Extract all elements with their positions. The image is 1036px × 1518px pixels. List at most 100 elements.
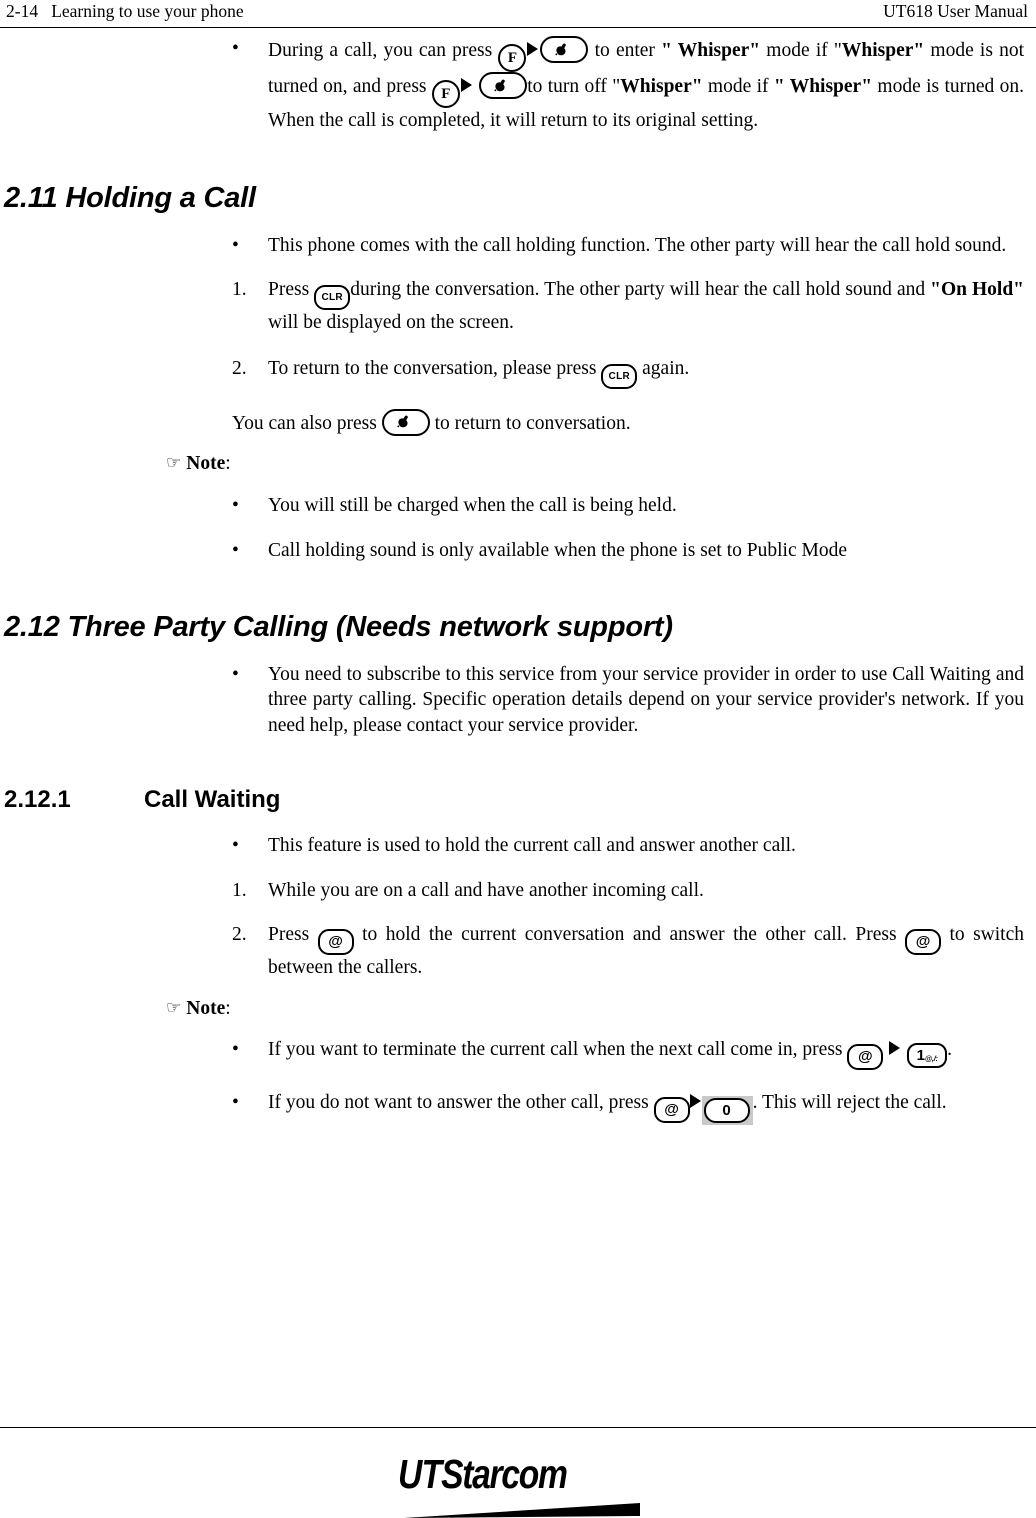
text-run: If you want to terminate the current cal… [268, 1039, 848, 1060]
bullet-marker: • [232, 663, 239, 685]
text-run: to turn off " [527, 76, 621, 97]
text-run-bold: Whisper" [841, 40, 925, 61]
heading-2-12: 2.12 Three Party Calling (Needs network … [4, 610, 673, 643]
utstarcom-logo: UTStarcom [398, 1452, 658, 1518]
bullet-marker: • [232, 1092, 239, 1113]
key-at-icon: @ [905, 929, 942, 955]
note-also-press: You can also press to return to conversa… [232, 408, 1024, 437]
key-send-handset-icon [479, 72, 528, 99]
key-one-subscript: @,/: [924, 1054, 938, 1063]
step-2-11-1: 1. Press CLR during the conversation. The… [232, 277, 1024, 336]
key-f-icon: F [431, 80, 460, 108]
logo-ut-text: UT [398, 1451, 442, 1497]
logo-wordmark: UTStarcom [398, 1452, 611, 1496]
text-run: . [947, 1039, 952, 1060]
bullet-whisper-text: During a call, you can press F to enter … [268, 36, 1024, 134]
note-bullet-2-11-2: • Call holding sound is only available w… [232, 538, 1024, 564]
step-marker: 2. [232, 357, 247, 379]
pointing-hand-icon: ☞ [166, 453, 182, 473]
logo-starcom-text: Starcom [441, 1451, 568, 1497]
bullet-marker: • [232, 494, 239, 516]
note-bullet-2-11-2-text: Call holding sound is only available whe… [268, 540, 847, 561]
key-at-icon: @ [317, 929, 354, 955]
text-run: During a call, you can press [268, 40, 499, 61]
text-run: to enter [588, 40, 662, 61]
note-word: Note [186, 997, 226, 1019]
key-clr-icon: CLR [601, 363, 638, 389]
text-run: Press [268, 924, 318, 945]
step-marker: 1. [232, 279, 247, 300]
key-one-digit: 1 [916, 1047, 925, 1064]
arrow-right-icon [889, 1041, 901, 1055]
text-run: If you do not want to answer the other c… [268, 1092, 654, 1113]
header-left-text: 2-14 Learning to use your phone [6, 1, 244, 21]
text-run: will be displayed on the screen. [268, 312, 514, 333]
text-run: again. [637, 357, 690, 379]
note-bullet-2-12-1-1: • If you want to terminate the current c… [232, 1037, 1024, 1070]
text-run: . This will reject the call. [752, 1092, 947, 1113]
step-marker: 1. [232, 879, 247, 901]
heading-title: Call Waiting [144, 786, 281, 813]
running-header: 2-14 Learning to use your phone UT618 Us… [0, 0, 1036, 30]
step-2-12-1-2-text: Press @ to hold the current conversation… [268, 922, 1024, 981]
key-clr-icon: CLR [314, 285, 351, 310]
step-marker: 2. [232, 924, 247, 945]
note-bullet-2-11-1-text: You will still be charged when the call … [268, 494, 677, 516]
key-zero-icon: 0 [703, 1098, 750, 1123]
note-also-press-text: You can also press to return to conversa… [232, 408, 1024, 437]
key-f-icon: F [498, 44, 527, 72]
text-run: to return to conversation. [429, 412, 631, 434]
bullet-marker: • [232, 835, 239, 856]
note-label-2-11: ☞ Note: [166, 451, 1024, 477]
note-bullet-2-12-1-2-text: If you do not want to answer the other c… [268, 1090, 1024, 1125]
manual-page: 2-14 Learning to use your phone UT618 Us… [0, 0, 1036, 1518]
step-2-12-1-2: 2. Press @ to hold the current conversat… [232, 922, 1024, 981]
text-run-bold: "On Hold" [930, 279, 1024, 300]
step-2-11-1-text: Press CLR during the conversation. The ot… [268, 277, 1024, 336]
step-2-11-2: 2. To return to the conversation, please… [232, 356, 1024, 389]
step-2-11-2-text: To return to the conversation, please pr… [268, 356, 1024, 389]
step-2-12-1-1-text: While you are on a call and have another… [268, 879, 704, 901]
pointing-hand-icon: ☞ [166, 997, 182, 1018]
key-send-handset-icon [381, 408, 430, 436]
key-at-icon: @ [847, 1044, 884, 1070]
bullet-2-12-1-a-text: This feature is used to hold the current… [268, 835, 796, 856]
bullet-marker: • [232, 1039, 239, 1060]
text-run: mode if [702, 76, 774, 97]
heading-2-11: 2.11 Holding a Call [4, 181, 256, 214]
text-run: during the conversation. The other party… [350, 279, 931, 300]
footer-rule [0, 1427, 1036, 1428]
note-bullet-2-12-1-2: • If you do not want to answer the other… [232, 1090, 1024, 1125]
text-run-bold: Whisper" [620, 76, 703, 97]
key-zero-highlight: 0 [701, 1096, 753, 1125]
text-run: mode if " [760, 40, 842, 61]
bullet-2-11-1: • This phone comes with the call holding… [232, 233, 1024, 259]
bullet-2-12-1-text: You need to subscribe to this service fr… [268, 663, 1024, 736]
bullet-marker: • [232, 38, 239, 59]
key-one-icon: 1@,/: [907, 1043, 948, 1068]
bullet-marker: • [232, 234, 239, 256]
key-at-icon: @ [653, 1097, 690, 1123]
page-content: • During a call, you can press F to ente… [0, 34, 1036, 1125]
heading-2-12-1: 2.12.1 Call Waiting [4, 785, 1036, 815]
text-run: To return to the conversation, please pr… [268, 357, 602, 379]
logo-wedge-shape [404, 1503, 640, 1518]
bullet-2-12-1: • You need to subscribe to this service … [232, 662, 1024, 739]
arrow-right-icon [527, 42, 539, 56]
note-colon: : [225, 997, 231, 1019]
arrow-right-icon [460, 78, 472, 92]
note-bullet-2-11-1: • You will still be charged when the cal… [232, 493, 1024, 519]
header-rule [0, 27, 1036, 28]
heading-number: 2.12.1 [4, 786, 71, 813]
text-run: to hold the current conversation and ans… [353, 924, 906, 945]
note-label-2-12-1: ☞ Note: [166, 996, 1024, 1022]
header-right-text: UT618 User Manual [883, 1, 1028, 21]
bullet-marker: • [232, 540, 239, 561]
bullet-2-12-1-a: • This feature is used to hold the curre… [232, 833, 1024, 859]
text-run: Press [268, 279, 315, 300]
bullet-whisper: • During a call, you can press F to ente… [232, 36, 1024, 134]
key-send-handset-icon [540, 36, 589, 63]
text-run-bold: " Whisper" [661, 40, 761, 61]
arrow-right-icon [689, 1094, 701, 1108]
text-run: You can also press [232, 412, 382, 434]
